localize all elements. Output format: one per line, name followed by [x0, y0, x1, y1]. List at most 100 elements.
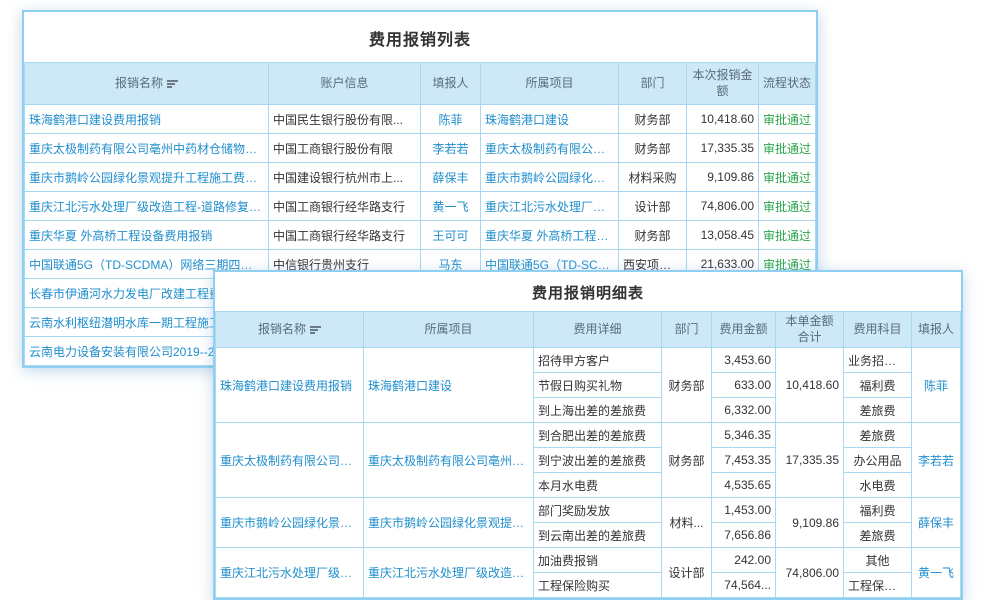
filler-link[interactable]: 陈菲	[421, 105, 481, 134]
expense-category-cell: 工程保险费	[844, 573, 912, 598]
expense-detail-header-row: 报销名称所属项目费用详细部门费用金额本单金额合计费用科目填报人	[216, 312, 961, 348]
expense-amount-cell: 7,656.86	[712, 523, 776, 548]
expense-detail-row: 珠海鹤港口建设费用报销珠海鹤港口建设招待甲方客户财务部3,453.6010,41…	[216, 348, 961, 373]
list-col-header-1: 账户信息	[269, 63, 421, 105]
sort-icon[interactable]	[310, 325, 321, 335]
amount-cell: 9,109.86	[687, 163, 759, 192]
status-badge: 审批通过	[759, 163, 816, 192]
filler-link[interactable]: 薛保丰	[912, 498, 961, 548]
project-link[interactable]: 重庆江北污水处理厂级改造工程-道路修复工...	[364, 548, 534, 598]
col-header-label: 费用科目	[853, 322, 901, 336]
account-info-cell: 中国建设银行杭州市上...	[269, 163, 421, 192]
col-header-label: 所属项目	[525, 76, 573, 90]
department-cell: 设计部	[662, 548, 712, 598]
status-badge: 审批通过	[759, 192, 816, 221]
filler-link[interactable]: 李若若	[421, 134, 481, 163]
expense-amount-cell: 6,332.00	[712, 398, 776, 423]
filler-link[interactable]: 李若若	[912, 423, 961, 498]
expense-category-cell: 差旅费	[844, 398, 912, 423]
detail-col-header-0: 报销名称	[216, 312, 364, 348]
col-header-label: 本单金额合计	[785, 314, 833, 344]
reimbursement-name-link[interactable]: 重庆市鹅岭公园绿化景观提升工程施...	[216, 498, 364, 548]
department-cell: 材料采购	[619, 163, 687, 192]
expense-amount-cell: 7,453.35	[712, 448, 776, 473]
expense-detail-cell: 工程保险购买	[534, 573, 662, 598]
expense-detail-row: 重庆太极制药有限公司亳州中药...重庆太极制药有限公司亳州中药材仓储物...到合…	[216, 423, 961, 448]
col-header-label: 费用详细	[573, 322, 621, 336]
col-header-label: 费用金额	[719, 322, 767, 336]
expense-detail-window: 费用报销明细表 报销名称所属项目费用详细部门费用金额本单金额合计费用科目填报人 …	[213, 270, 963, 600]
amount-cell: 13,058.45	[687, 221, 759, 250]
list-col-header-5: 本次报销金额	[687, 63, 759, 105]
project-link[interactable]: 珠海鹤港口建设	[481, 105, 619, 134]
reimbursement-name-link[interactable]: 重庆华夏 外高桥工程设备费用报销	[25, 221, 269, 250]
filler-link[interactable]: 陈菲	[912, 348, 961, 423]
col-header-label: 所属项目	[424, 322, 472, 336]
expense-detail-row: 重庆市鹅岭公园绿化景观提升工程施...重庆市鹅岭公园绿化景观提升工程施工部门奖励…	[216, 498, 961, 523]
col-header-label: 报销名称	[115, 76, 163, 90]
expense-amount-cell: 3,453.60	[712, 348, 776, 373]
filler-link[interactable]: 黄一飞	[421, 192, 481, 221]
detail-col-header-2: 费用详细	[534, 312, 662, 348]
list-col-header-6: 流程状态	[759, 63, 816, 105]
expense-amount-cell: 633.00	[712, 373, 776, 398]
expense-detail-cell: 到云南出差的差旅费	[534, 523, 662, 548]
expense-amount-cell: 74,564...	[712, 573, 776, 598]
department-cell: 材料...	[662, 498, 712, 548]
project-link[interactable]: 重庆江北污水处理厂级改造工...	[481, 192, 619, 221]
reimbursement-name-link[interactable]: 重庆市鹅岭公园绿化景观提升工程施工费用报销	[25, 163, 269, 192]
detail-col-header-1: 所属项目	[364, 312, 534, 348]
expense-list-row: 珠海鹤港口建设费用报销中国民生银行股份有限...陈菲珠海鹤港口建设财务部10,4…	[25, 105, 816, 134]
expense-amount-cell: 242.00	[712, 548, 776, 573]
status-badge: 审批通过	[759, 221, 816, 250]
reimbursement-name-link[interactable]: 重庆太极制药有限公司亳州中药材仓储物流基地项...	[25, 134, 269, 163]
expense-detail-row: 重庆江北污水处理厂级改造工程-...重庆江北污水处理厂级改造工程-道路修复工..…	[216, 548, 961, 573]
list-col-header-2: 填报人	[421, 63, 481, 105]
reimbursement-name-link[interactable]: 重庆江北污水处理厂级改造工程-道路修复工程费用...	[25, 192, 269, 221]
expense-detail-cell: 节假日购买礼物	[534, 373, 662, 398]
detail-col-header-7: 填报人	[912, 312, 961, 348]
project-link[interactable]: 重庆太极制药有限公司亳州中药材仓储物...	[364, 423, 534, 498]
account-info-cell: 中国民生银行股份有限...	[269, 105, 421, 134]
list-col-header-4: 部门	[619, 63, 687, 105]
sort-icon[interactable]	[167, 79, 178, 89]
amount-cell: 10,418.60	[687, 105, 759, 134]
expense-list-title: 费用报销列表	[24, 12, 816, 62]
expense-list-row: 重庆市鹅岭公园绿化景观提升工程施工费用报销中国建设银行杭州市上...薛保丰重庆市…	[25, 163, 816, 192]
expense-detail-cell: 部门奖励发放	[534, 498, 662, 523]
detail-col-header-4: 费用金额	[712, 312, 776, 348]
filler-link[interactable]: 王可可	[421, 221, 481, 250]
expense-category-cell: 差旅费	[844, 423, 912, 448]
account-info-cell: 中国工商银行经华路支行	[269, 221, 421, 250]
expense-detail-cell: 到合肥出差的差旅费	[534, 423, 662, 448]
col-header-label: 本次报销金额	[692, 68, 752, 98]
expense-category-cell: 办公用品	[844, 448, 912, 473]
project-link[interactable]: 重庆太极制药有限公司亳州中...	[481, 134, 619, 163]
col-header-label: 账户信息	[320, 76, 368, 90]
filler-link[interactable]: 薛保丰	[421, 163, 481, 192]
expense-amount-cell: 1,453.00	[712, 498, 776, 523]
filler-link[interactable]: 黄一飞	[912, 548, 961, 598]
department-cell: 设计部	[619, 192, 687, 221]
reimbursement-name-link[interactable]: 重庆太极制药有限公司亳州中药...	[216, 423, 364, 498]
expense-list-row: 重庆华夏 外高桥工程设备费用报销中国工商银行经华路支行王可可重庆华夏 外高桥工程…	[25, 221, 816, 250]
detail-col-header-6: 费用科目	[844, 312, 912, 348]
expense-category-cell: 差旅费	[844, 523, 912, 548]
project-link[interactable]: 重庆华夏 外高桥工程设备	[481, 221, 619, 250]
expense-category-cell: 福利费	[844, 498, 912, 523]
expense-category-cell: 福利费	[844, 373, 912, 398]
project-link[interactable]: 珠海鹤港口建设	[364, 348, 534, 423]
reimbursement-name-link[interactable]: 重庆江北污水处理厂级改造工程-...	[216, 548, 364, 598]
project-link[interactable]: 重庆市鹅岭公园绿化景观提升...	[481, 163, 619, 192]
reimbursement-name-link[interactable]: 珠海鹤港口建设费用报销	[216, 348, 364, 423]
department-cell: 财务部	[619, 134, 687, 163]
expense-list-row: 重庆江北污水处理厂级改造工程-道路修复工程费用...中国工商银行经华路支行黄一飞…	[25, 192, 816, 221]
expense-list-row: 重庆太极制药有限公司亳州中药材仓储物流基地项...中国工商银行股份有限李若若重庆…	[25, 134, 816, 163]
project-link[interactable]: 重庆市鹅岭公园绿化景观提升工程施工	[364, 498, 534, 548]
status-badge: 审批通过	[759, 134, 816, 163]
expense-category-cell: 业务招待费	[844, 348, 912, 373]
desktop-stage: 费用报销列表 报销名称账户信息填报人所属项目部门本次报销金额流程状态 珠海鹤港口…	[0, 0, 1000, 600]
department-cell: 财务部	[662, 423, 712, 498]
reimbursement-name-link[interactable]: 珠海鹤港口建设费用报销	[25, 105, 269, 134]
account-info-cell: 中国工商银行股份有限	[269, 134, 421, 163]
